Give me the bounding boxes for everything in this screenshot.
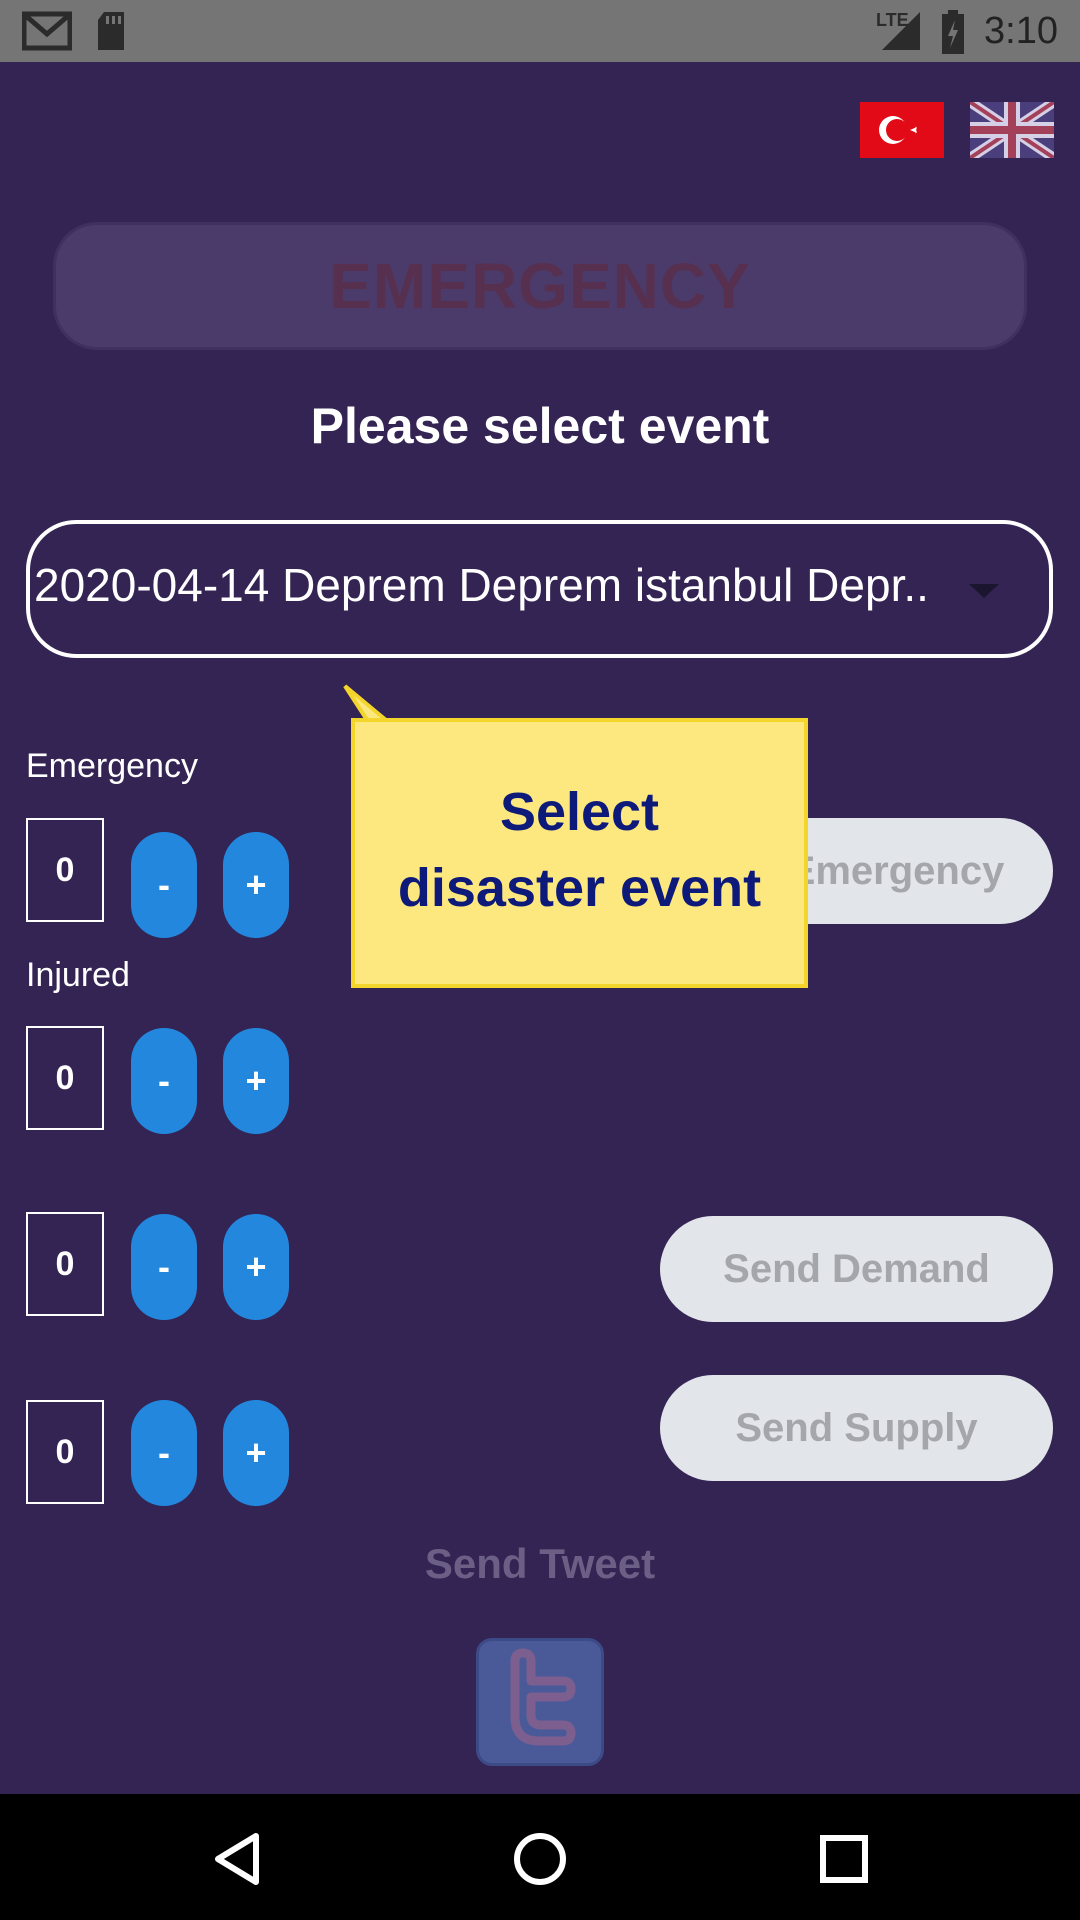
supply-decrement-button[interactable]: - — [131, 1400, 197, 1506]
status-bar: LTE 3:10 — [0, 0, 1080, 62]
send-tweet-label: Send Tweet — [424, 1540, 656, 1587]
emergency-decrement-button[interactable]: - — [131, 832, 197, 938]
navigation-bar — [0, 1794, 1080, 1920]
turkish-flag-icon[interactable] — [860, 102, 944, 158]
tutorial-callout: Select disaster event — [351, 718, 808, 988]
home-icon[interactable] — [511, 1830, 569, 1888]
emergency-increment-button[interactable]: + — [223, 832, 289, 938]
uk-flag-icon[interactable] — [970, 102, 1054, 158]
signal-icon — [882, 12, 920, 50]
callout-line-2: disaster event — [397, 858, 762, 918]
recents-icon[interactable] — [815, 1830, 873, 1888]
sd-card-icon — [98, 12, 124, 50]
select-event-heading: Please select event — [310, 398, 770, 454]
send-demand-button[interactable]: Send Demand — [660, 1216, 1053, 1322]
back-icon[interactable] — [208, 1830, 266, 1888]
emergency-count-value[interactable]: 0 — [26, 818, 104, 922]
demand-increment-button[interactable]: + — [223, 1214, 289, 1320]
battery-charging-icon — [942, 10, 964, 54]
emergency-count-label: Emergency — [26, 747, 198, 785]
injured-count-label: Injured — [26, 956, 130, 994]
callout-line-1: Select — [499, 782, 660, 842]
injured-count-value[interactable]: 0 — [26, 1026, 104, 1130]
injured-increment-button[interactable]: + — [223, 1028, 289, 1134]
main-content: EMERGENCY Please select event 2020-04-14… — [0, 62, 1080, 1794]
demand-count-value[interactable]: 0 — [26, 1212, 104, 1316]
event-dropdown-value: 2020-04-14 Deprem Deprem istanbul Depr.. — [34, 559, 929, 611]
demand-decrement-button[interactable]: - — [131, 1214, 197, 1320]
send-supply-button[interactable]: Send Supply — [660, 1375, 1053, 1481]
twitter-icon — [510, 1648, 576, 1746]
supply-count-value[interactable]: 0 — [26, 1400, 104, 1504]
emergency-button[interactable]: EMERGENCY — [53, 222, 1027, 350]
event-dropdown[interactable]: 2020-04-14 Deprem Deprem istanbul Depr.. — [26, 520, 1053, 658]
injured-decrement-button[interactable]: - — [131, 1028, 197, 1134]
dropdown-arrow-icon[interactable] — [969, 584, 999, 598]
gmail-icon — [22, 11, 72, 51]
supply-increment-button[interactable]: + — [223, 1400, 289, 1506]
status-time: 3:10 — [984, 10, 1058, 52]
twitter-button[interactable] — [476, 1638, 604, 1766]
